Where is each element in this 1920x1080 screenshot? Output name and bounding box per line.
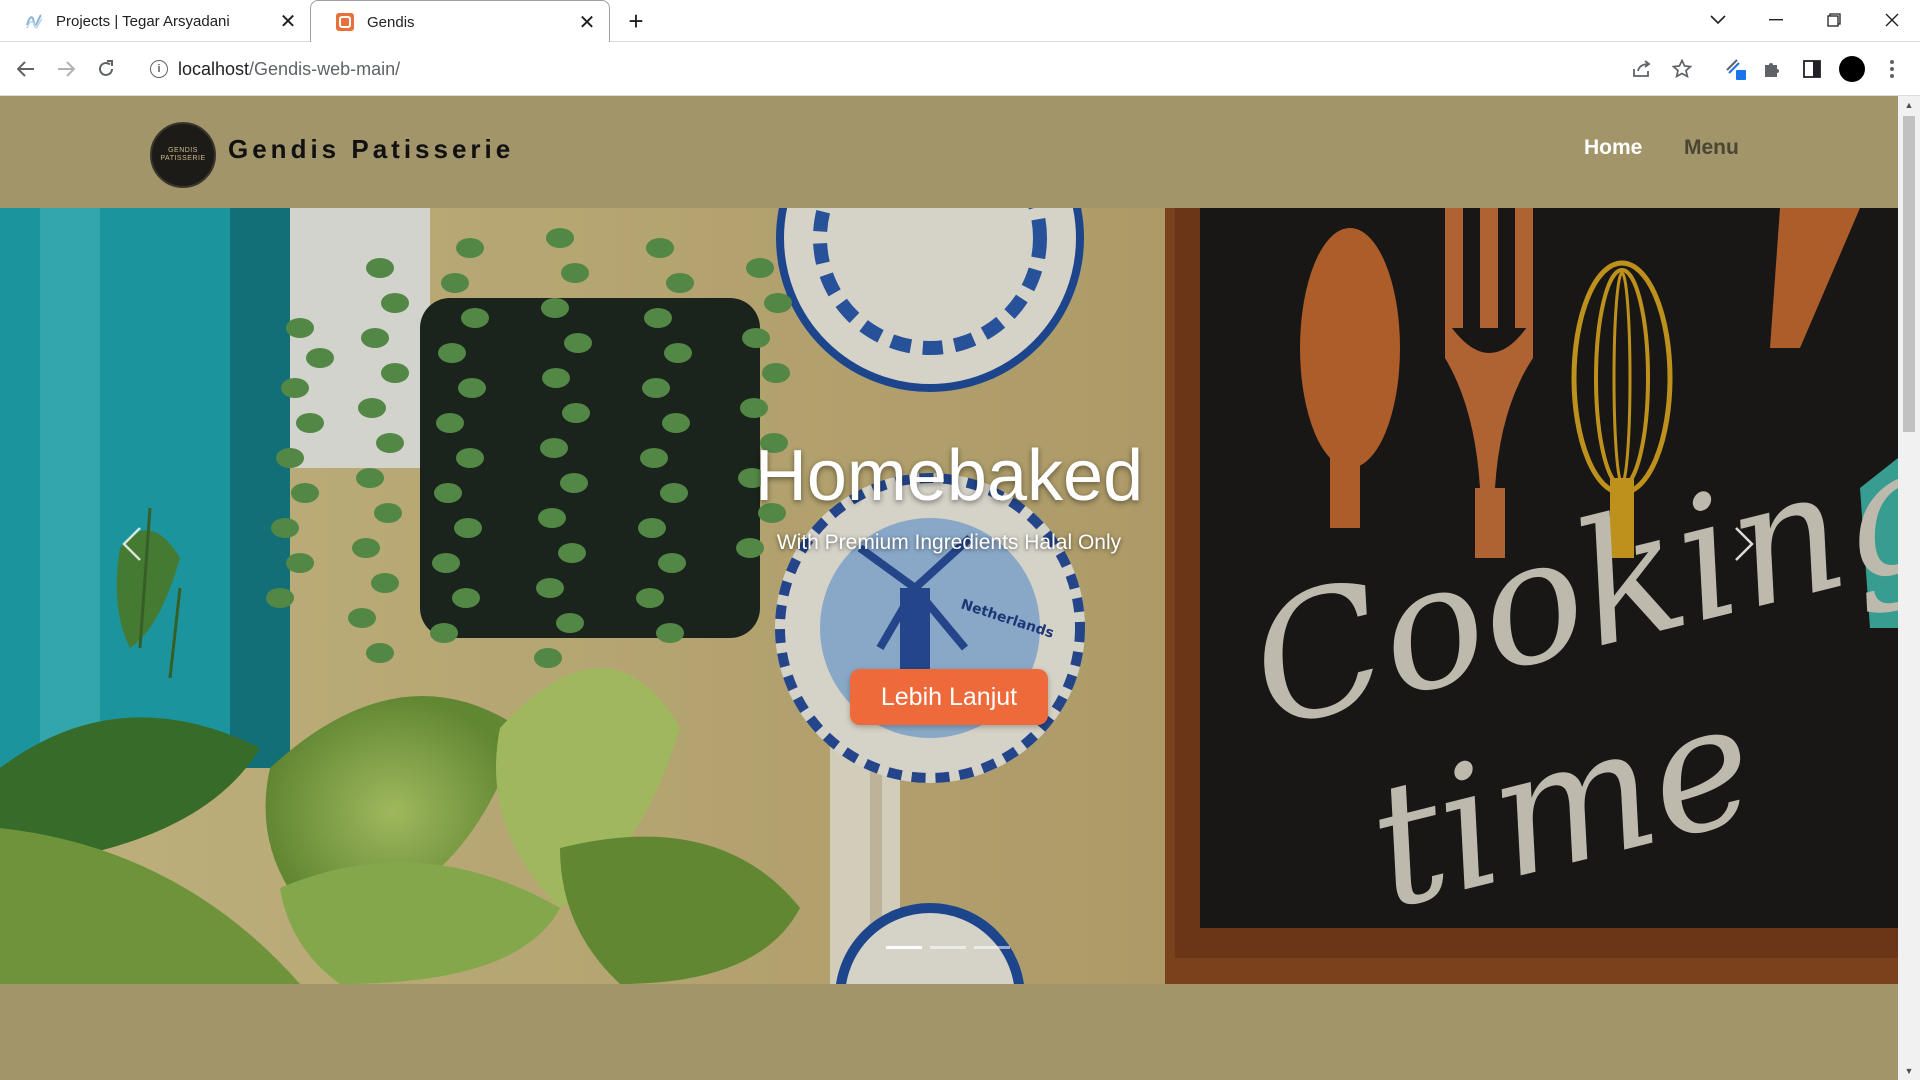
carousel-next-chevron-icon[interactable] bbox=[1734, 526, 1778, 570]
minimize-icon[interactable] bbox=[1748, 0, 1804, 40]
logo-text-line1: GENDIS bbox=[168, 147, 198, 154]
page-viewport: GENDIS PATISSERIE Gendis Patisserie Home… bbox=[0, 96, 1920, 1080]
close-window-icon[interactable] bbox=[1864, 0, 1920, 40]
browser-tab-projects[interactable]: Projects | Tegar Arsyadani ✕ bbox=[0, 0, 310, 42]
close-tab-icon[interactable]: ✕ bbox=[276, 9, 300, 33]
close-tab-icon[interactable]: ✕ bbox=[575, 10, 599, 34]
brand-name[interactable]: Gendis Patisserie bbox=[228, 134, 514, 165]
forward-arrow-icon[interactable] bbox=[50, 53, 82, 85]
tab-title: Projects | Tegar Arsyadani bbox=[56, 12, 230, 30]
url-path: /Gendis-web-main/ bbox=[249, 58, 401, 79]
nav-link-menu[interactable]: Menu bbox=[1684, 136, 1739, 160]
carousel-indicator-3[interactable] bbox=[974, 946, 1010, 949]
extension-edit-icon[interactable] bbox=[1722, 55, 1750, 83]
logo-text-line2: PATISSERIE bbox=[160, 155, 206, 162]
page-section-below-hero bbox=[0, 984, 1898, 1080]
carousel-indicators bbox=[886, 946, 1016, 954]
share-icon[interactable] bbox=[1628, 55, 1656, 83]
hero-title: Homebaked bbox=[754, 436, 1144, 516]
tab-search-chevron-icon[interactable] bbox=[1690, 0, 1746, 40]
bookmark-star-icon[interactable] bbox=[1668, 55, 1696, 83]
restore-icon[interactable] bbox=[1806, 0, 1862, 40]
wave-favicon-icon bbox=[24, 11, 44, 31]
side-panel-icon[interactable] bbox=[1798, 55, 1826, 83]
profile-avatar[interactable] bbox=[1838, 55, 1866, 83]
scrollbar-thumb[interactable] bbox=[1903, 116, 1915, 432]
browser-tab-gendis[interactable]: Gendis ✕ bbox=[310, 0, 610, 43]
address-bar[interactable]: i localhost/Gendis-web-main/ bbox=[140, 48, 1600, 90]
url-host: localhost bbox=[178, 58, 250, 79]
scroll-down-arrow-icon[interactable]: ▼ bbox=[1898, 1062, 1920, 1080]
carousel-indicator-1[interactable] bbox=[886, 946, 922, 949]
page-scrollbar[interactable]: ▲ ▼ bbox=[1898, 96, 1920, 1080]
lebih-lanjut-button[interactable]: Lebih Lanjut bbox=[850, 669, 1048, 725]
brand-logo[interactable]: GENDIS PATISSERIE bbox=[150, 122, 216, 188]
hero-subtitle: With Premium Ingredients Halal Only bbox=[776, 531, 1122, 554]
extensions-puzzle-icon[interactable] bbox=[1758, 55, 1786, 83]
carousel-indicator-2[interactable] bbox=[930, 946, 966, 949]
browser-tabstrip: Projects | Tegar Arsyadani ✕ Gendis ✕ + bbox=[0, 0, 1920, 43]
carousel-prev-chevron-icon[interactable] bbox=[122, 526, 166, 570]
gendis-favicon-icon bbox=[335, 12, 355, 32]
new-tab-button[interactable]: + bbox=[620, 6, 652, 36]
tab-title: Gendis bbox=[367, 13, 415, 31]
scroll-up-arrow-icon[interactable]: ▲ bbox=[1898, 96, 1920, 114]
reload-icon[interactable] bbox=[90, 53, 122, 85]
site-info-icon[interactable]: i bbox=[150, 60, 168, 78]
browser-toolbar: i localhost/Gendis-web-main/ bbox=[0, 42, 1920, 96]
site-header: GENDIS PATISSERIE Gendis Patisserie Home… bbox=[0, 96, 1898, 208]
browser-menu-kebab-icon[interactable] bbox=[1878, 55, 1906, 83]
back-arrow-icon[interactable] bbox=[10, 53, 42, 85]
hero-carousel: Cooking time Netherlands Homebaked With … bbox=[0, 208, 1898, 984]
nav-link-home[interactable]: Home bbox=[1584, 136, 1642, 160]
hero-background-photo: Cooking time Netherlands bbox=[0, 208, 1898, 984]
